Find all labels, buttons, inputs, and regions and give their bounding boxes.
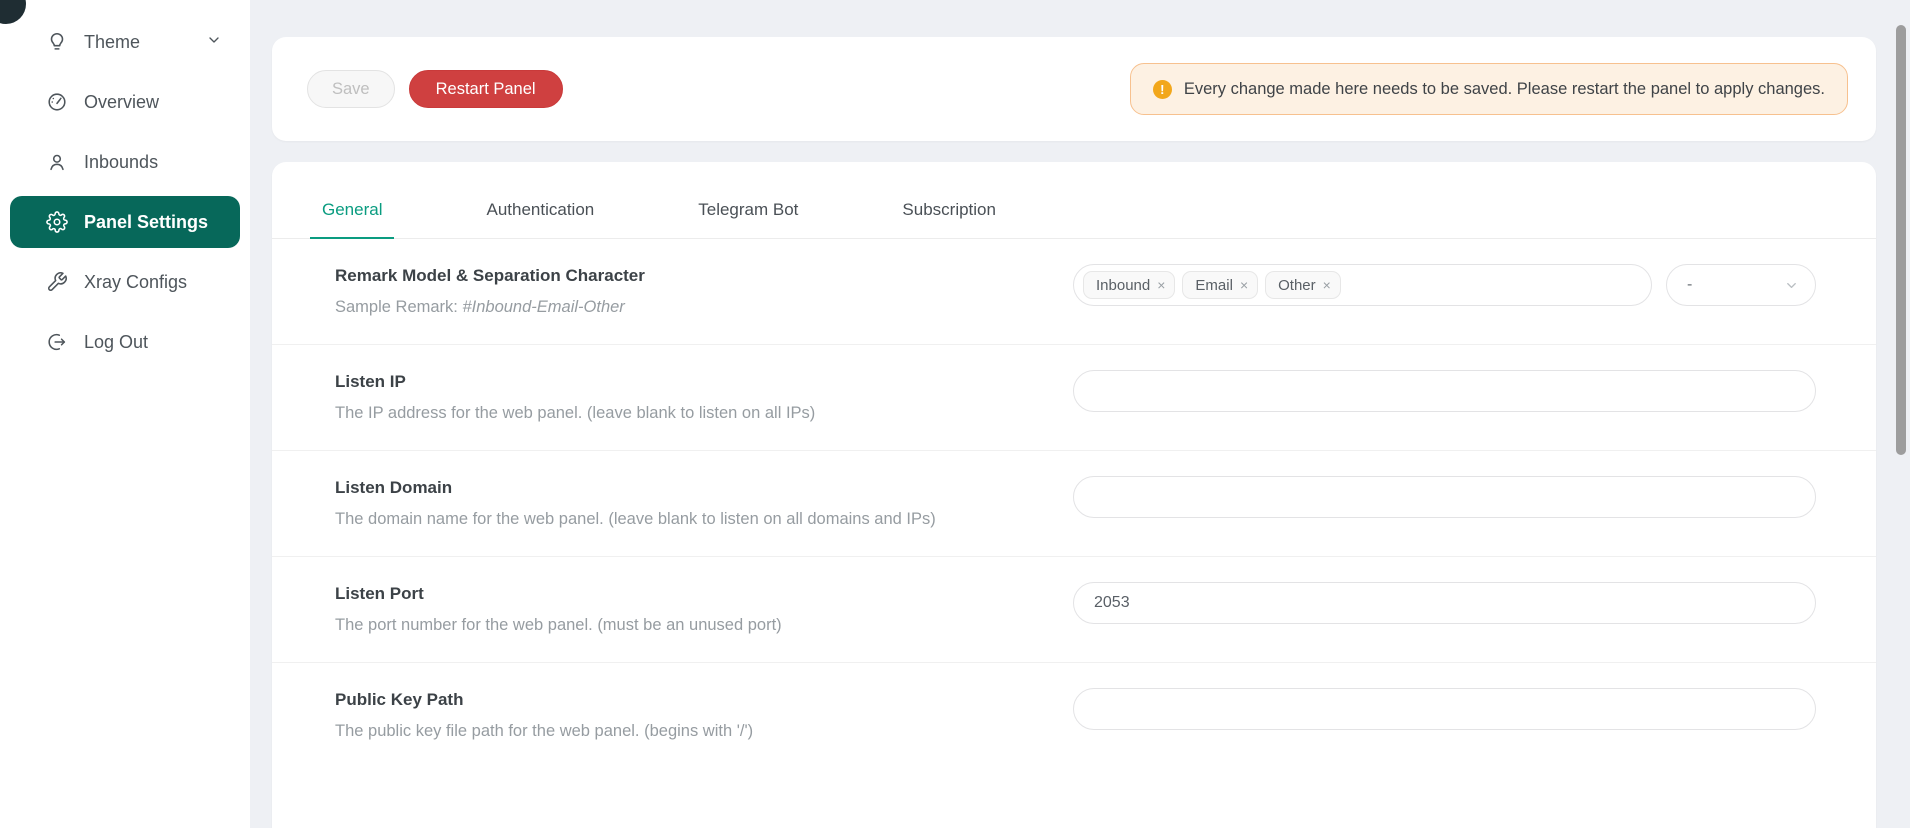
row-description: The domain name for the web panel. (leav…: [335, 510, 1073, 529]
tab-authentication[interactable]: Authentication: [474, 200, 606, 239]
row-label: Remark Model & Separation Character Samp…: [335, 264, 1073, 317]
row-label: Listen Domain The domain name for the we…: [335, 476, 1073, 529]
tab-subscription[interactable]: Subscription: [890, 200, 1008, 239]
sidebar-item-theme[interactable]: Theme: [0, 12, 250, 72]
row-description: The IP address for the web panel. (leave…: [335, 404, 1073, 423]
row-controls: Inbound × Email × Other × -: [1073, 264, 1816, 306]
sidebar-item-label: Panel Settings: [84, 212, 208, 233]
row-label: Listen IP The IP address for the web pan…: [335, 370, 1073, 423]
form-row-listen-domain: Listen Domain The domain name for the we…: [272, 451, 1876, 557]
row-title: Public Key Path: [335, 690, 1073, 710]
row-controls: [1073, 582, 1816, 624]
warning-icon: !: [1153, 80, 1172, 99]
sidebar-item-label: Inbounds: [84, 152, 158, 173]
separator-character-select[interactable]: -: [1666, 264, 1816, 306]
sample-remark-value: #Inbound-Email-Other: [462, 298, 624, 316]
lightbulb-icon: [46, 31, 68, 53]
row-title: Listen Port: [335, 584, 1073, 604]
select-value: -: [1687, 276, 1692, 294]
listen-ip-input[interactable]: [1073, 370, 1816, 412]
save-button[interactable]: Save: [307, 70, 395, 108]
listen-domain-input[interactable]: [1073, 476, 1816, 518]
chevron-down-icon: [206, 32, 222, 53]
row-description: The public key file path for the web pan…: [335, 722, 1073, 741]
user-icon: [46, 151, 68, 173]
tag-email: Email ×: [1182, 271, 1258, 299]
public-key-path-input[interactable]: [1073, 688, 1816, 730]
row-title: Listen Domain: [335, 478, 1073, 498]
row-controls: [1073, 688, 1816, 730]
row-controls: [1073, 476, 1816, 518]
form-row-public-key-path: Public Key Path The public key file path…: [272, 663, 1876, 768]
sidebar-item-log-out[interactable]: Log Out: [0, 312, 250, 372]
sidebar: Theme Overview Inbounds Panel Settings: [0, 0, 250, 828]
row-description: The port number for the web panel. (must…: [335, 616, 1073, 635]
form-row-listen-ip: Listen IP The IP address for the web pan…: [272, 345, 1876, 451]
row-title: Listen IP: [335, 372, 1073, 392]
tab-general[interactable]: General: [310, 200, 394, 239]
row-description: Sample Remark: #Inbound-Email-Other: [335, 298, 1073, 317]
form-row-listen-port: Listen Port The port number for the web …: [272, 557, 1876, 663]
tag-label: Other: [1278, 277, 1316, 294]
dashboard-icon: [46, 91, 68, 113]
tag-remove-icon[interactable]: ×: [1323, 278, 1331, 292]
tag-remove-icon[interactable]: ×: [1240, 278, 1248, 292]
row-title: Remark Model & Separation Character: [335, 266, 1073, 286]
row-label: Public Key Path The public key file path…: [335, 688, 1073, 741]
sidebar-item-label: Overview: [84, 92, 159, 113]
gear-icon: [46, 211, 68, 233]
sidebar-item-label: Xray Configs: [84, 272, 187, 293]
restart-panel-button[interactable]: Restart Panel: [409, 70, 563, 108]
sidebar-item-label: Theme: [84, 32, 140, 53]
sidebar-item-xray-configs[interactable]: Xray Configs: [0, 252, 250, 312]
chevron-down-icon: [1784, 278, 1799, 293]
logout-icon: [46, 331, 68, 353]
toolbar-card: Save Restart Panel ! Every change made h…: [272, 37, 1876, 141]
sidebar-item-panel-settings[interactable]: Panel Settings: [10, 196, 240, 248]
sample-remark-prefix: Sample Remark:: [335, 298, 462, 316]
app-root: Theme Overview Inbounds Panel Settings: [0, 0, 1910, 828]
tag-label: Email: [1195, 277, 1233, 294]
wrench-icon: [46, 271, 68, 293]
tag-inbound: Inbound ×: [1083, 271, 1175, 299]
tag-remove-icon[interactable]: ×: [1157, 278, 1165, 292]
settings-card: General Authentication Telegram Bot Subs…: [272, 162, 1876, 828]
tab-telegram-bot[interactable]: Telegram Bot: [686, 200, 810, 239]
listen-port-input[interactable]: [1073, 582, 1816, 624]
alert-text: Every change made here needs to be saved…: [1184, 80, 1825, 99]
sidebar-item-label: Log Out: [84, 332, 148, 353]
tag-label: Inbound: [1096, 277, 1150, 294]
settings-tabs: General Authentication Telegram Bot Subs…: [272, 162, 1876, 239]
form-row-remark-model: Remark Model & Separation Character Samp…: [272, 239, 1876, 345]
row-label: Listen Port The port number for the web …: [335, 582, 1073, 635]
main-content: Save Restart Panel ! Every change made h…: [250, 0, 1910, 828]
remark-model-tags-input[interactable]: Inbound × Email × Other ×: [1073, 264, 1652, 306]
page-scrollbar[interactable]: [1896, 25, 1906, 455]
row-controls: [1073, 370, 1816, 412]
sidebar-item-overview[interactable]: Overview: [0, 72, 250, 132]
sidebar-item-inbounds[interactable]: Inbounds: [0, 132, 250, 192]
restart-warning-alert: ! Every change made here needs to be sav…: [1130, 63, 1848, 115]
tag-other: Other ×: [1265, 271, 1341, 299]
